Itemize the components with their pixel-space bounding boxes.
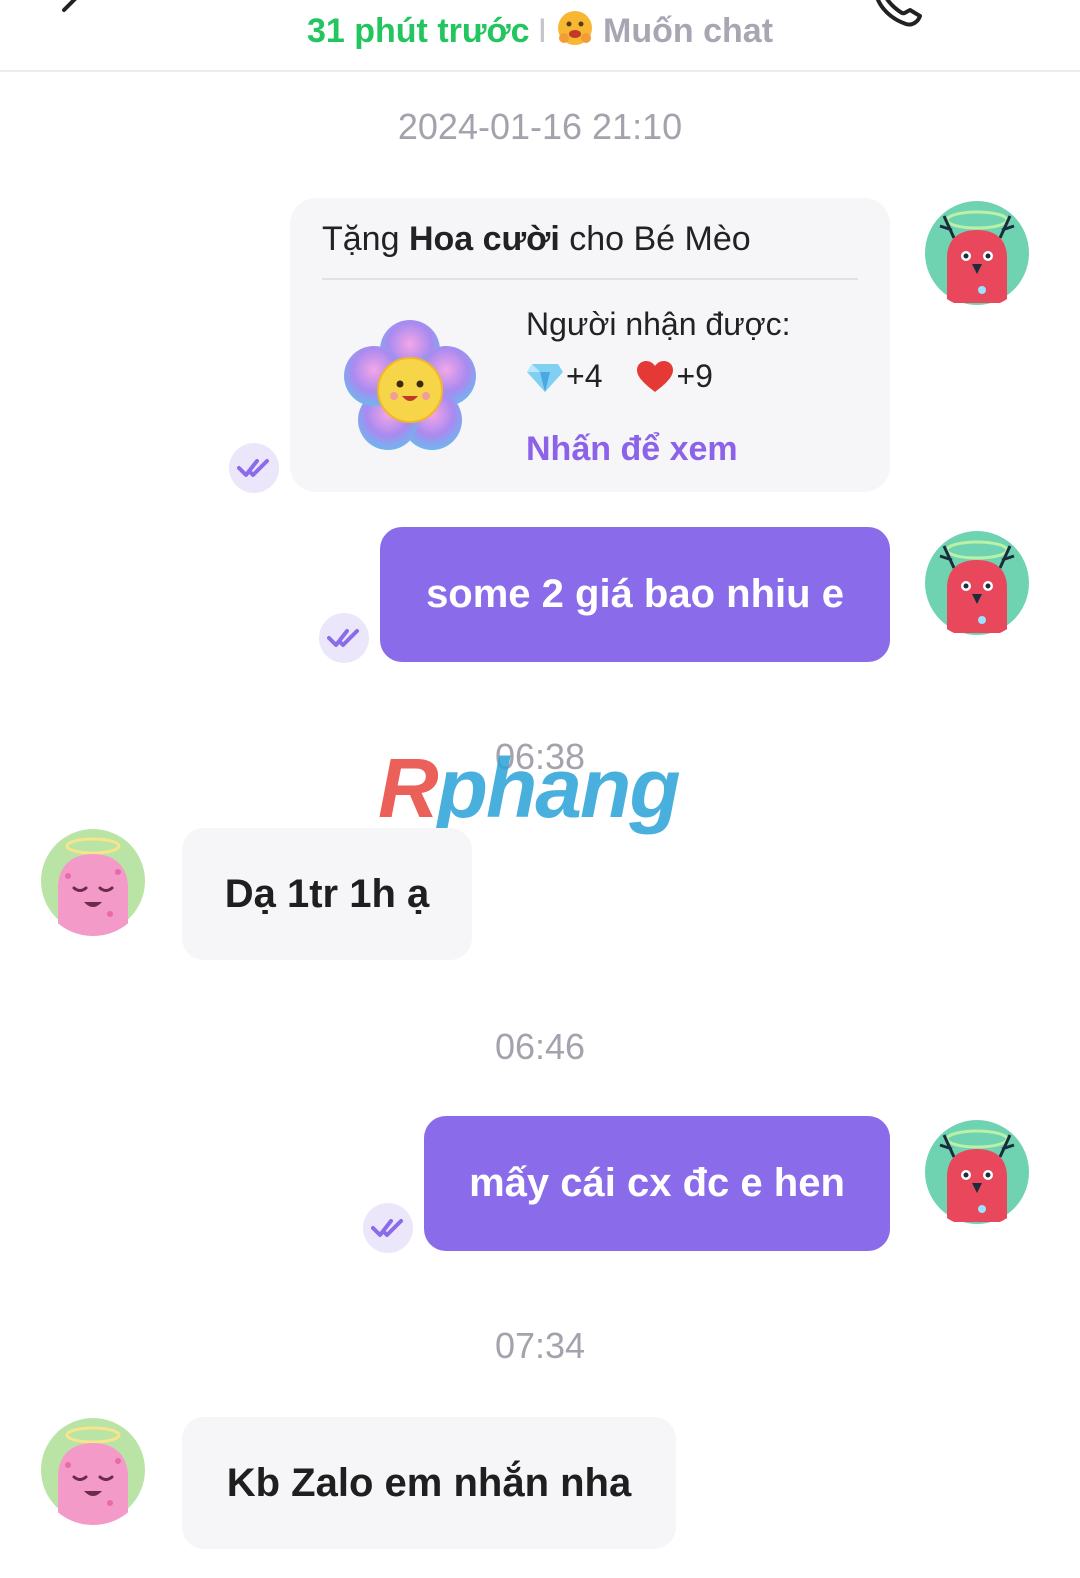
incoming-message[interactable]: Dạ 1tr 1h ạ — [182, 828, 472, 960]
incoming-message[interactable]: Kb Zalo em nhắn nha — [182, 1417, 676, 1549]
gift-divider — [322, 278, 858, 280]
gift-message-card[interactable]: Tặng Hoa cười cho Bé Mèo Người nhận được… — [290, 198, 890, 492]
mood-text: Muốn chat — [603, 12, 774, 50]
heart-count: +9 — [676, 358, 713, 394]
gift-title-prefix: Tặng — [322, 220, 409, 258]
outgoing-message[interactable]: mấy cái cx đc e hen — [424, 1116, 890, 1251]
diamond-stat: +4 — [526, 358, 602, 395]
outgoing-message[interactable]: some 2 giá bao nhiu e — [380, 527, 890, 662]
my-avatar[interactable] — [922, 1117, 1032, 1227]
contact-avatar[interactable] — [38, 1415, 148, 1525]
read-receipt — [319, 613, 369, 663]
watermark-logo: Rphang — [378, 740, 681, 837]
gift-title: Tặng Hoa cười cho Bé Mèo — [322, 220, 751, 259]
gift-item-name: Hoa cười — [408, 220, 560, 258]
read-receipt-icon — [327, 629, 359, 647]
phone-icon[interactable] — [870, 0, 926, 28]
heart-icon — [637, 360, 674, 392]
my-avatar[interactable] — [922, 528, 1032, 638]
status-separator: I — [537, 12, 548, 50]
read-receipt-icon — [371, 1219, 403, 1237]
watermark-part1: R — [378, 741, 439, 835]
diamond-icon — [527, 363, 563, 392]
gift-title-suffix: cho Bé Mèo — [559, 220, 751, 258]
message-timestamp: 07:34 — [494, 1325, 586, 1366]
view-gift-link[interactable]: Nhấn để xem — [526, 430, 738, 469]
watermark-part2: phang — [436, 741, 681, 835]
gift-recipient-label: Người nhận được: — [526, 306, 791, 342]
flower-gift-icon — [344, 320, 476, 450]
online-status-text: 31 phút trước — [306, 12, 530, 50]
my-avatar[interactable] — [922, 198, 1032, 308]
read-receipt — [363, 1203, 413, 1253]
read-receipt-icon — [237, 459, 269, 477]
message-timestamp: 06:46 — [494, 1026, 586, 1067]
mood-emoji-icon — [558, 11, 593, 45]
message-timestamp: 2024-01-16 21:10 — [397, 106, 683, 147]
chat-header: 31 phút trước I Muốn chat — [0, 0, 1080, 72]
diamond-count: +4 — [566, 358, 603, 394]
gift-rewards: +4 +9 — [526, 358, 713, 395]
read-receipt — [229, 443, 279, 493]
heart-stat: +9 — [636, 358, 713, 395]
contact-avatar[interactable] — [38, 826, 148, 936]
